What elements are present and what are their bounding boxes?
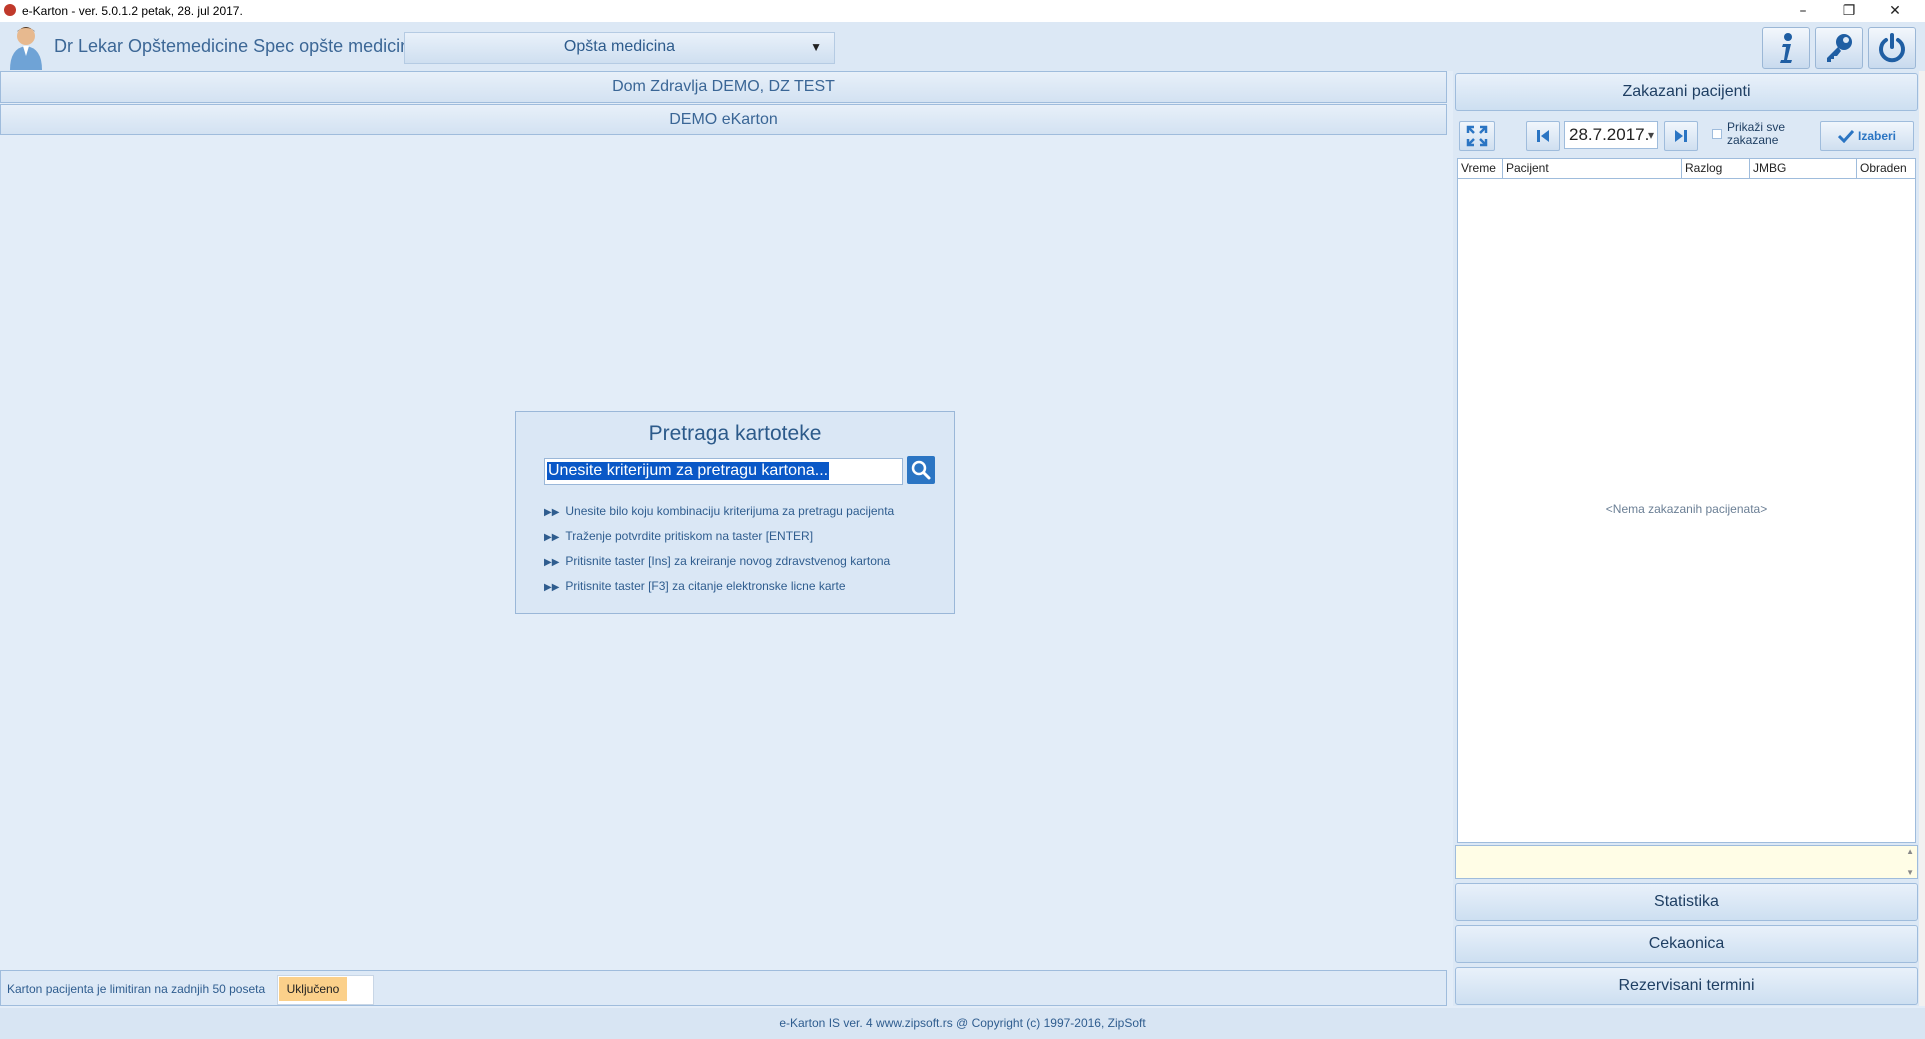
skip-forward-icon [1675,130,1687,142]
institution-bar: Dom Zdravlja DEMO, DZ TEST [0,71,1447,103]
statistics-button[interactable]: Statistika [1455,883,1918,921]
minimize-button[interactable]: – [1780,0,1826,22]
search-input[interactable]: Unesite kriterijum za pretragu kartona..… [544,458,903,485]
specialty-dropdown[interactable]: Opšta medicina ▼ [404,32,835,64]
empty-table-message: <Nema zakazanih pacijenata> [1605,502,1768,516]
date-picker[interactable]: 28.7.2017. ▾ [1564,121,1658,149]
double-chevron-icon: ▶▶ [544,582,560,593]
status-badge[interactable]: Uključeno [277,975,374,1005]
search-icon [911,460,931,480]
power-button[interactable] [1868,27,1916,69]
scheduled-patients-header[interactable]: Zakazani pacijenti [1455,73,1918,111]
search-hint: ▶▶ Pritisnite taster [Ins] za kreiranje n… [544,554,891,568]
info-icon [1780,33,1792,63]
date-toolbar: 28.7.2017. ▾ Prikaži sve zakazane Izaber… [1459,119,1914,151]
double-chevron-icon: ▶▶ [544,557,560,568]
column-header[interactable]: JMBG [1750,159,1857,178]
status-bar: Karton pacijenta je limitiran na zadnjih… [0,970,1447,1006]
search-button[interactable] [907,456,935,484]
select-button[interactable]: Izaberi [1820,121,1914,151]
column-header[interactable]: Pacijent [1503,159,1682,178]
scheduled-patients-table[interactable]: Vreme Pacijent Razlog JMBG Obraden <Nema… [1457,158,1916,843]
next-date-button[interactable] [1664,121,1698,151]
column-header[interactable]: Obraden [1857,159,1913,178]
chevron-down-icon: ▾ [1647,128,1654,142]
scheduled-patients-panel: Zakazani pacijenti 28.7.2017. ▾ Prikaži … [1453,71,1919,1006]
expand-button[interactable] [1459,121,1495,151]
double-chevron-icon: ▶▶ [544,532,560,543]
scroll-up-icon[interactable]: ▲ [1906,847,1914,856]
waiting-room-button[interactable]: Cekaonica [1455,925,1918,963]
status-text: Karton pacijenta je limitiran na zadnjih… [7,982,266,996]
power-icon [1879,33,1905,63]
subtitle-bar: DEMO eKarton [0,104,1447,135]
restore-button[interactable]: ❐ [1826,0,1872,22]
checkmark-icon [1837,129,1854,143]
column-header[interactable]: Vreme [1458,159,1503,178]
window-title: e-Karton - ver. 5.0.1.2 petak, 28. jul 2… [22,4,243,18]
search-panel: Pretraga kartoteke Unesite kriterijum za… [515,411,955,614]
skip-back-icon [1537,130,1549,142]
search-title: Pretraga kartoteke [648,422,822,445]
search-hint: ▶▶ Pritisnite taster [F3] za citanje elek… [544,579,846,593]
footer: e-Karton IS ver. 4 www.zipsoft.rs @ Copy… [0,1008,1925,1039]
column-header[interactable]: Razlog [1682,159,1750,178]
panel-scrollbar[interactable] [1919,71,1925,1006]
doctor-name: Dr Lekar Opštemedicine Spec opšte medici… [54,36,421,56]
previous-date-button[interactable] [1526,121,1560,151]
specialty-value: Opšta medicina [563,38,676,55]
app-icon [4,4,16,16]
doctor-avatar-icon [6,24,46,70]
note-field[interactable]: ▲ ▼ [1455,845,1918,879]
show-all-label: Prikaži sve zakazane [1727,120,1786,147]
info-button[interactable] [1762,27,1810,69]
close-button[interactable]: ✕ [1872,0,1918,22]
key-icon [1827,34,1852,62]
app-header: Dr Lekar Opštemedicine Spec opšte medici… [0,22,1925,71]
date-value: 28.7.2017. [1569,125,1650,144]
search-input-value: Unesite kriterijum za pretragu kartona..… [547,462,830,480]
reserved-appointments-button[interactable]: Rezervisani termini [1455,967,1918,1005]
key-button[interactable] [1815,27,1863,69]
expand-icon [1466,125,1488,147]
window-title-bar: e-Karton - ver. 5.0.1.2 petak, 28. jul 2… [0,0,1925,22]
search-hint: ▶▶ Unesite bilo koju kombinaciju kriterij… [544,504,895,518]
select-button-label: Izaberi [1857,129,1896,143]
show-all-checkbox[interactable] [1712,129,1722,139]
status-badge-label: Uključeno [279,977,347,1001]
double-chevron-icon: ▶▶ [544,507,560,518]
table-header: Vreme Pacijent Razlog JMBG Obraden [1458,159,1915,179]
chevron-down-icon: ▼ [810,40,822,54]
scroll-down-icon[interactable]: ▼ [1906,868,1914,877]
search-hint: ▶▶ Traženje potvrdite pritiskom na taster… [544,529,814,543]
